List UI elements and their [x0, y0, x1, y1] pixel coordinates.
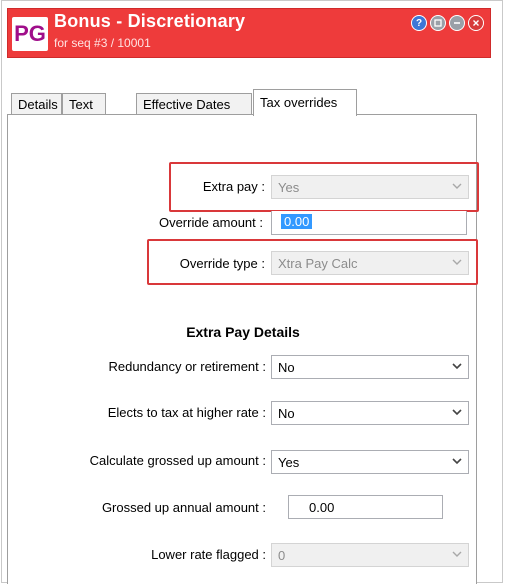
chevron-down-icon	[452, 409, 462, 416]
tab-text[interactable]: Text	[62, 93, 106, 115]
chevron-down-icon	[452, 363, 462, 370]
grossed-up-select[interactable]: Yes	[271, 450, 469, 474]
higher-rate-label: Elects to tax at higher rate :	[107, 405, 266, 420]
section-title-extra-pay-details: Extra Pay Details	[186, 324, 300, 340]
tab-effective-dates[interactable]: Effective Dates	[136, 93, 252, 115]
app-logo: PG	[12, 17, 48, 51]
override-amount-label: Override amount :	[158, 215, 263, 230]
grossed-annual-input[interactable]: 0.00	[288, 495, 443, 519]
override-amount-value: 0.00	[281, 214, 313, 229]
override-type-highlight	[147, 239, 478, 285]
restore-icon[interactable]	[430, 15, 446, 31]
grossed-up-value: Yes	[278, 455, 300, 470]
tab-details[interactable]: Details	[11, 93, 62, 115]
minimize-icon[interactable]	[449, 15, 465, 31]
window-controls: ?	[411, 15, 484, 31]
higher-rate-select[interactable]: No	[271, 401, 469, 425]
lower-rate-label: Lower rate flagged :	[151, 547, 266, 562]
grossed-annual-label: Grossed up annual amount :	[101, 500, 266, 515]
chevron-down-icon	[452, 551, 462, 557]
chevron-down-icon	[452, 458, 462, 465]
redundancy-value: No	[278, 360, 295, 375]
dialog-window: PG Bonus - Discretionary for seq #3 / 10…	[1, 0, 503, 584]
grossed-annual-value: 0.00	[309, 500, 335, 515]
title-bar: PG Bonus - Discretionary for seq #3 / 10…	[7, 8, 491, 58]
tab-tax-overrides[interactable]: Tax overrides	[253, 89, 357, 116]
lower-rate-select[interactable]: 0	[271, 543, 469, 567]
redundancy-select[interactable]: No	[271, 355, 469, 379]
tax-overrides-panel: Extra pay : Yes Override amount : 0.00 O…	[7, 114, 479, 584]
extra-pay-highlight	[169, 162, 479, 212]
help-icon[interactable]: ?	[411, 15, 427, 31]
lower-rate-value: 0	[278, 548, 286, 563]
grossed-up-label: Calculate grossed up amount :	[89, 453, 266, 468]
close-icon[interactable]	[468, 15, 484, 31]
redundancy-label: Redundancy or retirement :	[108, 359, 266, 374]
window-subtitle: for seq #3 / 10001	[54, 36, 151, 50]
override-amount-input[interactable]: 0.00	[271, 211, 467, 235]
higher-rate-value: No	[278, 406, 295, 421]
window-title: Bonus - Discretionary	[54, 11, 246, 31]
